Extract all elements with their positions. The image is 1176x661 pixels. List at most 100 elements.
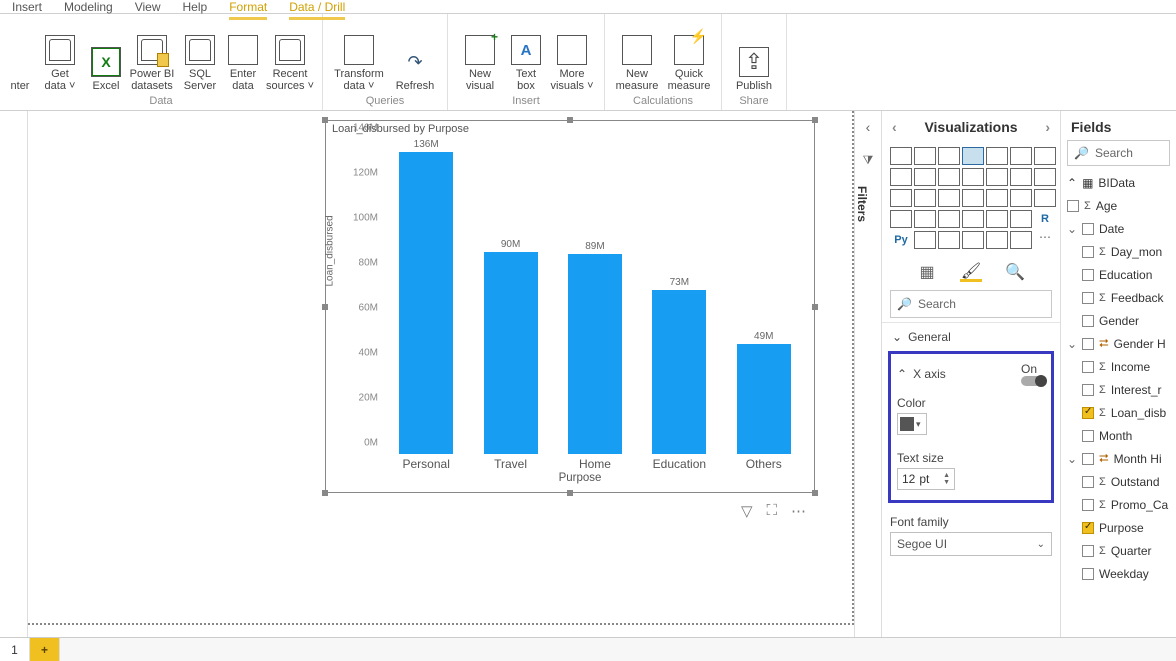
menu-data-drill[interactable]: Data / Drill bbox=[289, 0, 345, 14]
resize-handle[interactable] bbox=[812, 117, 818, 123]
menu-format[interactable]: Format bbox=[229, 0, 267, 14]
menu-insert[interactable]: Insert bbox=[12, 0, 42, 14]
field-row[interactable]: Education bbox=[1067, 263, 1176, 286]
field-row[interactable]: ΣFeedback bbox=[1067, 286, 1176, 309]
field-checkbox[interactable] bbox=[1082, 223, 1094, 235]
menu-help[interactable]: Help bbox=[183, 0, 208, 14]
rbtn-publish[interactable]: Publish bbox=[728, 45, 780, 94]
chevron-left-icon[interactable]: ‹ bbox=[855, 119, 881, 135]
xaxis-color-picker[interactable]: ▾ bbox=[897, 413, 927, 435]
add-page-button[interactable]: + bbox=[30, 638, 60, 661]
resize-handle[interactable] bbox=[322, 490, 328, 496]
section-xaxis[interactable]: ⌃ X axis On bbox=[897, 358, 1045, 390]
clustered-bar-icon[interactable] bbox=[938, 147, 960, 165]
bar[interactable] bbox=[652, 290, 706, 454]
treemap-icon[interactable] bbox=[938, 189, 960, 207]
field-row[interactable]: ⌄⮂Gender H bbox=[1067, 332, 1176, 355]
menu-modeling[interactable]: Modeling bbox=[64, 0, 113, 14]
rbtn-new-measure[interactable]: New measure bbox=[611, 33, 663, 94]
field-checkbox[interactable] bbox=[1082, 545, 1094, 557]
bar[interactable] bbox=[568, 254, 622, 454]
field-row[interactable]: ⌄⮂Month Hi bbox=[1067, 447, 1176, 470]
section-general[interactable]: ⌄ General bbox=[882, 322, 1060, 351]
bar[interactable] bbox=[399, 152, 453, 454]
rbtn-nter[interactable]: nter bbox=[6, 78, 34, 94]
filters-collapsed-pane[interactable]: ‹ ⧩ Filters bbox=[854, 111, 882, 637]
rbtn-refresh[interactable]: Refresh bbox=[389, 45, 441, 94]
field-checkbox[interactable] bbox=[1082, 361, 1094, 373]
gauge-icon[interactable] bbox=[1034, 189, 1056, 207]
field-row[interactable]: ΣIncome bbox=[1067, 355, 1176, 378]
field-row[interactable]: Weekday bbox=[1067, 562, 1176, 585]
field-checkbox[interactable] bbox=[1082, 476, 1094, 488]
area-icon[interactable] bbox=[890, 168, 912, 186]
get-more-visuals-icon[interactable]: ⋯ bbox=[1034, 231, 1056, 249]
py-visual-icon[interactable]: Py bbox=[890, 231, 912, 249]
xaxis-toggle[interactable]: On bbox=[1021, 362, 1045, 386]
rbtn-recent-sources[interactable]: Recent sources ˅ bbox=[264, 33, 316, 94]
resize-handle[interactable] bbox=[567, 117, 573, 123]
field-checkbox[interactable] bbox=[1082, 384, 1094, 396]
field-row[interactable]: Purpose bbox=[1067, 516, 1176, 539]
field-checkbox[interactable] bbox=[1082, 338, 1094, 350]
slicer-icon[interactable] bbox=[962, 210, 984, 228]
filter-icon[interactable]: ▽ bbox=[741, 502, 753, 520]
matrix-icon[interactable] bbox=[1010, 210, 1032, 228]
donut-icon[interactable] bbox=[914, 189, 936, 207]
rbtn-new-visual[interactable]: New visual bbox=[454, 33, 506, 94]
report-canvas[interactable]: Loan_disbursed by Purpose Loan_disbursed… bbox=[28, 111, 854, 637]
fields-mode-icon[interactable]: ▦ bbox=[916, 262, 938, 282]
fontfamily-select[interactable]: Segoe UI ⌄ bbox=[890, 532, 1052, 556]
field-row[interactable]: ΣPromo_Ca bbox=[1067, 493, 1176, 516]
clustered-column-icon[interactable] bbox=[962, 147, 984, 165]
chevron-left-icon[interactable]: ‹ bbox=[892, 119, 897, 135]
stacked-column-icon[interactable] bbox=[914, 147, 936, 165]
waterfall-icon[interactable] bbox=[1010, 168, 1032, 186]
field-checkbox[interactable] bbox=[1082, 315, 1094, 327]
line-icon[interactable] bbox=[1034, 147, 1056, 165]
fields-table-row[interactable]: ⌃ ▦ BIData bbox=[1067, 171, 1176, 194]
rbtn-sql[interactable]: SQL Server bbox=[178, 33, 222, 94]
key-influencers-icon[interactable] bbox=[914, 231, 936, 249]
r-visual-icon[interactable]: R bbox=[1034, 210, 1056, 228]
line-clustered-icon[interactable] bbox=[962, 168, 984, 186]
field-checkbox[interactable] bbox=[1082, 430, 1094, 442]
multirow-card-icon[interactable] bbox=[914, 210, 936, 228]
rbtn-enter-data[interactable]: Enter data bbox=[222, 33, 264, 94]
field-checkbox[interactable] bbox=[1082, 499, 1094, 511]
format-mode-icon[interactable]: 🖌 bbox=[960, 262, 982, 282]
decomposition-icon[interactable] bbox=[938, 231, 960, 249]
bar-chart-visual[interactable]: Loan_disbursed by Purpose Loan_disbursed… bbox=[325, 120, 815, 493]
field-row[interactable]: ΣLoan_disb bbox=[1067, 401, 1176, 424]
filled-map-icon[interactable] bbox=[986, 189, 1008, 207]
card-icon[interactable] bbox=[890, 210, 912, 228]
resize-handle[interactable] bbox=[567, 490, 573, 496]
field-checkbox[interactable] bbox=[1082, 407, 1094, 419]
rbtn-pbi-datasets[interactable]: Power BI datasets bbox=[126, 33, 178, 94]
line-column-icon[interactable] bbox=[938, 168, 960, 186]
analytics-mode-icon[interactable]: 🔍 bbox=[1004, 262, 1026, 282]
rbtn-more-visuals[interactable]: More visuals ˅ bbox=[546, 33, 598, 94]
field-checkbox[interactable] bbox=[1082, 292, 1094, 304]
field-checkbox[interactable] bbox=[1082, 522, 1094, 534]
field-row[interactable]: ΣOutstand bbox=[1067, 470, 1176, 493]
field-row[interactable]: Month bbox=[1067, 424, 1176, 447]
field-row[interactable]: ⌄Date bbox=[1067, 217, 1176, 240]
field-row[interactable]: Gender bbox=[1067, 309, 1176, 332]
format-search[interactable]: 🔎 Search bbox=[890, 290, 1052, 318]
field-row[interactable]: ΣInterest_r bbox=[1067, 378, 1176, 401]
rbtn-excel[interactable]: Excel bbox=[86, 45, 126, 94]
resize-handle[interactable] bbox=[812, 304, 818, 310]
rbtn-quick-measure[interactable]: Quick measure bbox=[663, 33, 715, 94]
rbtn-text-box[interactable]: Text box bbox=[506, 33, 546, 94]
paginated-icon[interactable] bbox=[1010, 231, 1032, 249]
ribbon-icon[interactable] bbox=[986, 168, 1008, 186]
rbtn-transform[interactable]: Transform data ˅ bbox=[329, 33, 389, 94]
rbtn-get-data[interactable]: Get data ˅ bbox=[34, 33, 86, 94]
stacked-bar-icon[interactable] bbox=[890, 147, 912, 165]
chevron-right-icon[interactable]: › bbox=[1045, 119, 1050, 135]
field-checkbox[interactable] bbox=[1082, 568, 1094, 580]
pie-icon[interactable] bbox=[890, 189, 912, 207]
more-options-icon[interactable]: ⋯ bbox=[791, 502, 806, 520]
smart-narrative-icon[interactable] bbox=[986, 231, 1008, 249]
